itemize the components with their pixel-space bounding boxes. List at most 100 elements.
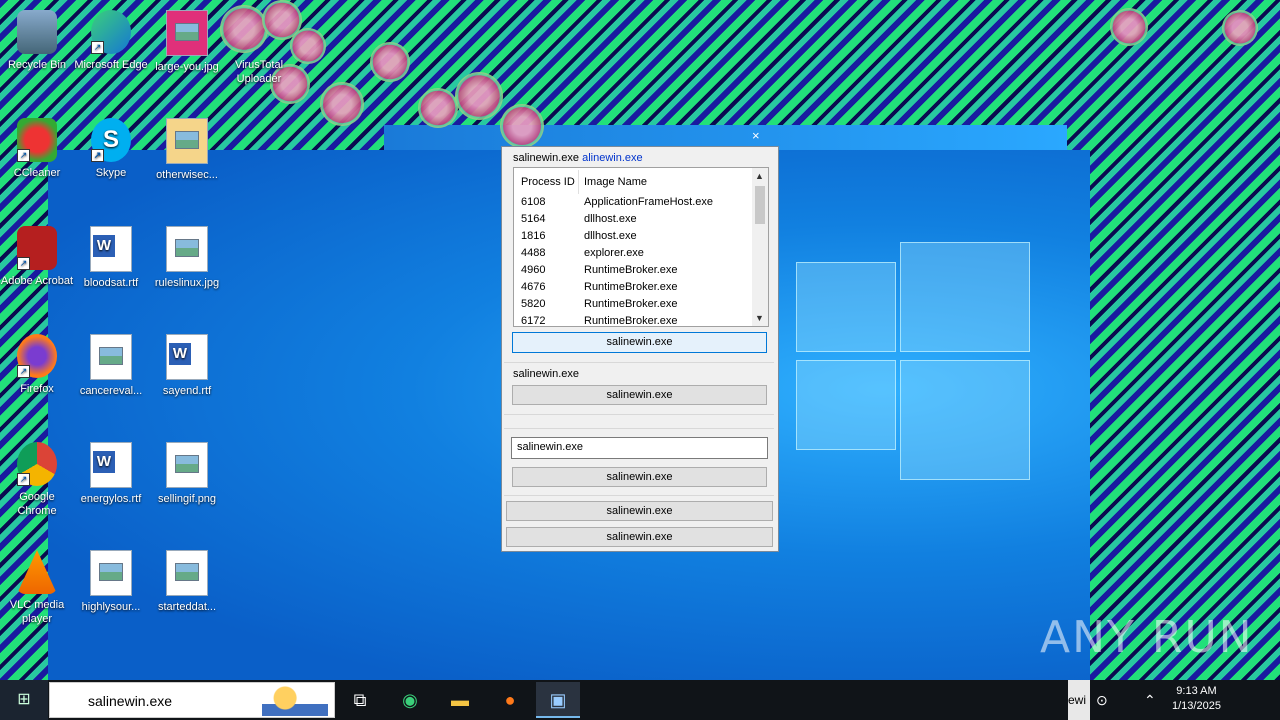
image-name: RuntimeBroker.exe (584, 281, 678, 293)
action-button-2[interactable]: salinewin.exe (512, 385, 767, 405)
column-header-image-name[interactable]: Image Name (584, 176, 647, 188)
action-button-4[interactable]: salinewin.exe (506, 501, 773, 521)
column-separator[interactable] (578, 170, 579, 194)
desktop-icon-label: Google Chrome (17, 491, 57, 517)
image-name: dllhost.exe (584, 213, 637, 225)
image-file-icon (166, 10, 208, 56)
ccleaner-icon: ↗ (17, 118, 57, 162)
process-list[interactable]: Process ID Image Name 6108 ApplicationFra… (513, 167, 769, 327)
desktop-icon-virustotal[interactable]: VirusTotal Uploader (222, 58, 296, 86)
taskbar-edge[interactable]: ◉ (388, 682, 432, 718)
task-view-button[interactable]: ⧉ (338, 682, 382, 718)
edge-icon: ◉ (402, 690, 418, 710)
task-view-icon: ⧉ (353, 690, 367, 710)
desktop-icon-highlysour[interactable]: highlysour... (74, 550, 148, 614)
action-button-3[interactable]: salinewin.exe (512, 467, 767, 487)
window-close-icon[interactable]: × (752, 128, 760, 143)
list-item[interactable]: 1816 dllhost.exe (514, 228, 752, 245)
chrome-icon: ↗ (17, 442, 57, 486)
image-file-icon (166, 226, 208, 272)
desktop-icon-adobe-acrobat[interactable]: ↗ Adobe Acrobat (0, 226, 74, 288)
process-id: 5820 (521, 298, 546, 310)
taskbar-search-box[interactable]: salinewin.exe (49, 682, 335, 718)
folder-icon: ▬ (451, 690, 469, 710)
desktop-icon-sellingif[interactable]: sellingif.png (150, 442, 224, 506)
tray-chevron-icon[interactable]: ⌃ (1144, 680, 1156, 720)
desktop-icon-label: bloodsat.rtf (83, 277, 139, 289)
desktop-icon-ccleaner[interactable]: ↗ CCleaner (0, 118, 74, 180)
desktop-icon-large-you[interactable]: large-you.jpg (150, 10, 224, 74)
desktop-icon-otherwisec[interactable]: otherwisec... (150, 118, 224, 182)
taskbar-clock[interactable]: 9:13 AM 1/13/2025 (1172, 684, 1221, 716)
desktop-icon-energylos[interactable]: W energylos.rtf (74, 442, 148, 506)
process-id: 5164 (521, 213, 546, 225)
action-button-5[interactable]: salinewin.exe (506, 527, 773, 547)
group-divider (504, 495, 774, 496)
windows-start-icon: ⊞ (17, 691, 31, 708)
image-file-icon (166, 442, 208, 488)
taskbar-firefox[interactable]: ● (488, 682, 532, 718)
process-list-header: Process ID Image Name (514, 168, 752, 194)
scrollbar-thumb[interactable] (755, 186, 765, 224)
taskbar-file-explorer[interactable]: ▬ (438, 682, 482, 718)
recycle-bin-icon (17, 10, 57, 54)
group-label: salinewin.exe (513, 368, 580, 380)
group-divider (504, 362, 774, 363)
list-scrollbar[interactable]: ▲ ▼ (752, 168, 768, 326)
windows-logo (796, 242, 1030, 480)
word-document-icon: W (166, 334, 208, 380)
desktop-icon-bloodsat[interactable]: W bloodsat.rtf (74, 226, 148, 290)
desktop-icon-sayend[interactable]: W sayend.rtf (150, 334, 224, 398)
image-name: RuntimeBroker.exe (584, 315, 678, 327)
process-id: 4676 (521, 281, 546, 293)
image-file-icon (166, 118, 208, 164)
top-label-link[interactable]: alinewin.exe (582, 152, 643, 164)
desktop-icon-starteddat[interactable]: starteddat... (150, 550, 224, 614)
desktop-icon-label: ruleslinux.jpg (154, 277, 220, 289)
group-divider (504, 414, 774, 415)
desktop-icon-label: Firefox (20, 383, 54, 395)
app-window-icon: ▣ (549, 690, 567, 710)
image-name: ApplicationFrameHost.exe (584, 196, 714, 208)
search-highlight-image (262, 686, 328, 716)
desktop-icon-cancereval[interactable]: cancereval... (74, 334, 148, 398)
desktop-icon-ruleslinux[interactable]: ruleslinux.jpg (150, 226, 224, 290)
list-item[interactable]: 6108 ApplicationFrameHost.exe (514, 194, 752, 211)
list-item[interactable]: 5820 RuntimeBroker.exe (514, 296, 752, 313)
action-button-1[interactable]: salinewin.exe (512, 332, 767, 353)
image-file-icon (166, 550, 208, 596)
list-item[interactable]: 4960 RuntimeBroker.exe (514, 262, 752, 279)
process-id: 4960 (521, 264, 546, 276)
image-name: RuntimeBroker.exe (584, 264, 678, 276)
desktop-icon-label: sellingif.png (157, 493, 217, 505)
desktop-icon-vlc[interactable]: VLC media player (0, 550, 74, 626)
notification-icon[interactable]: ⊙ (1096, 680, 1108, 720)
scroll-down-icon[interactable]: ▼ (755, 313, 764, 323)
firefox-icon: ● (504, 690, 516, 710)
list-item[interactable]: 4488 explorer.exe (514, 245, 752, 262)
desktop-icon-label: otherwisec... (156, 169, 218, 181)
desktop-icon-firefox[interactable]: ↗ Firefox (0, 334, 74, 396)
image-name: dllhost.exe (584, 230, 637, 242)
tray-glitch-text: ewi (1068, 680, 1090, 720)
desktop-icon-label: large-you.jpg (155, 61, 219, 73)
desktop-icon-skype[interactable]: S ↗ Skype (74, 118, 148, 180)
scroll-up-icon[interactable]: ▲ (755, 171, 764, 181)
process-name-input[interactable]: salinewin.exe (511, 437, 768, 459)
list-item[interactable]: 6172 RuntimeBroker.exe (514, 313, 752, 327)
start-button[interactable]: ⊞ (0, 680, 48, 720)
desktop-icon-google-chrome[interactable]: ↗ Google Chrome (0, 442, 74, 518)
list-item[interactable]: 4676 RuntimeBroker.exe (514, 279, 752, 296)
desktop-icon-recycle-bin[interactable]: Recycle Bin (0, 10, 74, 72)
desktop-icon-label: sayend.rtf (162, 385, 212, 397)
desktop-icon-edge[interactable]: ↗ Microsoft Edge (74, 10, 148, 72)
desktop-icon-label: Recycle Bin (7, 59, 67, 71)
process-id: 4488 (521, 247, 546, 259)
list-item[interactable]: 5164 dllhost.exe (514, 211, 752, 228)
taskbar-salinewin[interactable]: ▣ (536, 682, 580, 718)
search-text: salinewin.exe (88, 693, 173, 709)
word-document-icon: W (90, 442, 132, 488)
column-header-process-id[interactable]: Process ID (521, 176, 575, 188)
skype-icon: S ↗ (91, 118, 131, 162)
image-name: explorer.exe (584, 247, 644, 259)
